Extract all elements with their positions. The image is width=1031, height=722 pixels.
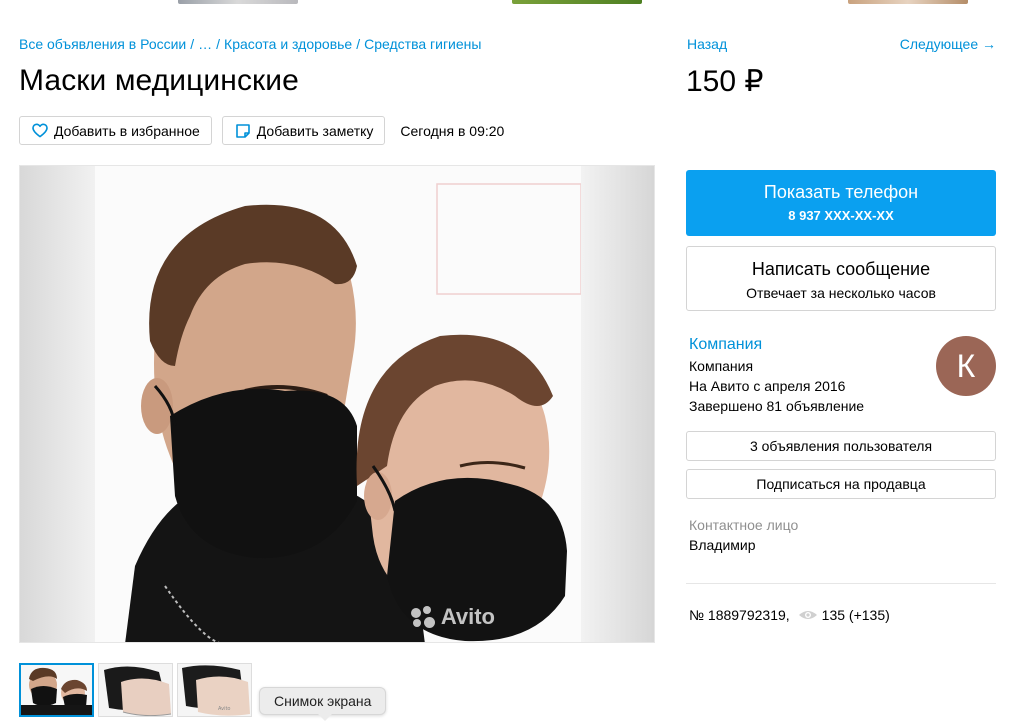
back-link[interactable]: Назад xyxy=(687,36,727,52)
eye-icon xyxy=(798,611,817,619)
contact-person-label: Контактное лицо xyxy=(689,517,799,533)
breadcrumb-hygiene[interactable]: Средства гигиены xyxy=(364,36,481,52)
thumbnail-3[interactable]: Avito xyxy=(177,663,252,717)
breadcrumb-separator: / xyxy=(216,36,221,52)
note-icon xyxy=(235,123,250,138)
show-phone-label: Показать телефон xyxy=(763,182,919,202)
strip-image xyxy=(848,0,968,4)
heart-icon xyxy=(32,123,48,138)
write-message-label: Написать сообщение xyxy=(751,259,931,279)
view-count: 135 (+135) xyxy=(821,607,890,623)
next-listing-link[interactable]: Следующее → xyxy=(900,36,996,52)
watermark-text: Avito xyxy=(440,604,495,629)
main-photo[interactable]: Avito xyxy=(95,166,581,642)
breadcrumb-ellipsis[interactable]: … xyxy=(198,36,212,52)
subscribe-seller-label: Подписаться на продавца xyxy=(756,476,926,492)
listing-price: 150 ₽ xyxy=(686,65,764,98)
avatar-letter: К xyxy=(956,347,976,384)
gallery-blur-right xyxy=(579,166,654,642)
seller-name-link[interactable]: Компания xyxy=(689,336,929,354)
breadcrumb: Все объявления в России /… / Красота и здор… xyxy=(19,36,481,52)
masks-photo-illustration xyxy=(95,166,581,642)
screenshot-tooltip: Снимок экрана xyxy=(259,687,387,721)
listing-actions: Добавить в избранное Добавить заметку Се… xyxy=(19,116,504,145)
listing-meta: № 1889792319, 135 (+135) xyxy=(689,607,890,623)
response-time: Отвечает за несколько часов xyxy=(746,285,936,301)
phone-masked: 8 937 XXX-XX-XX xyxy=(788,208,894,223)
thumbnail-image xyxy=(99,664,172,716)
strip-image xyxy=(178,0,298,4)
seller-completed: Завершено 81 объявление xyxy=(689,398,865,414)
thumbnail-2[interactable] xyxy=(98,663,173,717)
divider xyxy=(686,583,996,584)
strip-image xyxy=(512,0,642,4)
thumbnail-1[interactable] xyxy=(19,663,94,717)
add-to-favorites-button[interactable]: Добавить в избранное xyxy=(19,116,212,145)
user-listings-button[interactable]: 3 объявления пользователя xyxy=(686,431,996,461)
thumbnail-image: Avito xyxy=(178,664,251,716)
photo-gallery[interactable]: Avito xyxy=(19,165,655,643)
thumbnail-image xyxy=(21,665,92,715)
top-image-strip xyxy=(0,0,1031,4)
avito-watermark: Avito xyxy=(410,604,495,630)
avatar[interactable]: К xyxy=(936,336,996,396)
seller-since: На Авито с апреля 2016 xyxy=(689,378,846,394)
gallery-blur-left xyxy=(20,166,95,642)
tooltip-tail xyxy=(318,714,332,721)
avito-logo-icon xyxy=(410,606,437,628)
posted-date: Сегодня в 09:20 xyxy=(400,122,505,139)
add-note-label: Добавить заметку xyxy=(256,122,374,139)
svg-text:Avito: Avito xyxy=(218,706,231,712)
seller-type: Компания xyxy=(689,358,754,374)
add-to-favorites-label: Добавить в избранное xyxy=(54,122,200,139)
tooltip-text: Снимок экрана xyxy=(274,693,372,709)
add-note-button[interactable]: Добавить заметку xyxy=(221,116,386,145)
breadcrumb-all-russia[interactable]: Все объявления в России xyxy=(19,36,186,52)
thumbnail-strip: Avito xyxy=(19,663,256,717)
write-message-button[interactable]: Написать сообщение Отвечает за несколько… xyxy=(686,246,996,311)
breadcrumb-beauty-health[interactable]: Красота и здоровье xyxy=(224,36,352,52)
listing-number: № 1889792319, xyxy=(689,607,790,623)
subscribe-seller-button[interactable]: Подписаться на продавца xyxy=(686,469,996,499)
user-listings-label: 3 объявления пользователя xyxy=(749,438,933,454)
seller-info: Компания Компания На Авито с апреля 2016… xyxy=(689,336,929,414)
page-title: Маски медицинские xyxy=(19,64,299,97)
contact-person-name: Владимир xyxy=(689,537,756,553)
breadcrumb-separator: / xyxy=(190,36,195,52)
breadcrumb-separator: / xyxy=(356,36,361,52)
show-phone-button[interactable]: Показать телефон 8 937 XXX-XX-XX xyxy=(686,170,996,236)
